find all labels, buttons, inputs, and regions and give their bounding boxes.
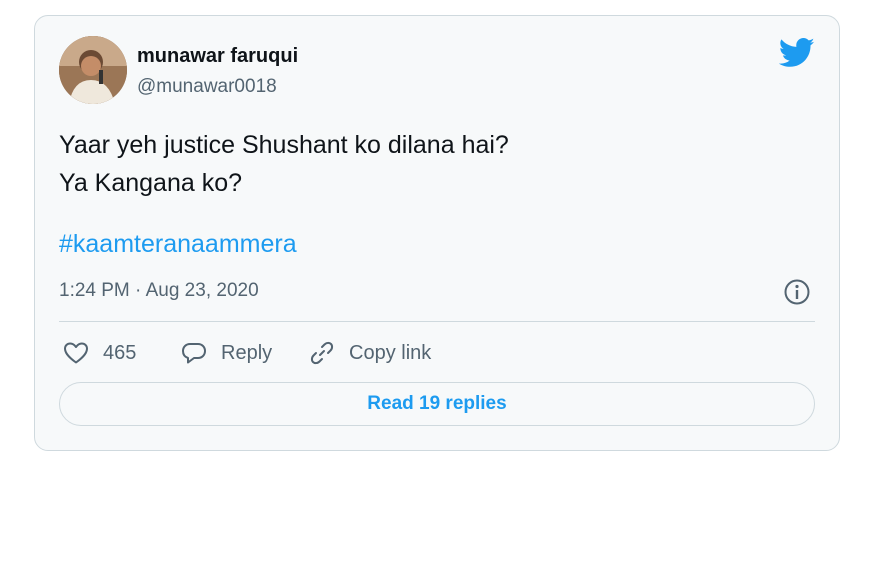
reply-label: Reply (221, 341, 273, 364)
tweet-card: munawar faruqui @munawar0018 Yaar yeh ju… (34, 15, 840, 451)
tweet-timestamp[interactable]: 1:24 PM · Aug 23, 2020 (59, 280, 259, 302)
read-replies-button[interactable]: Read 19 replies (59, 382, 815, 426)
author-name[interactable]: munawar faruqui (137, 45, 298, 68)
divider (59, 321, 815, 322)
copy-link-label: Copy link (349, 341, 432, 364)
tweet-text-line: Yaar yeh justice Shushant ko dilana hai? (59, 131, 509, 159)
twitter-bird-icon[interactable] (778, 38, 815, 68)
like-count: 465 (103, 341, 137, 364)
reply-button[interactable]: Reply (181, 338, 272, 368)
tweet-text: Yaar yeh justice Shushant ko dilana hai?… (59, 126, 509, 202)
speech-bubble-icon (182, 343, 206, 364)
avatar[interactable] (59, 36, 127, 104)
copy-link-button[interactable]: Copy link (309, 338, 431, 368)
like-button[interactable]: 465 (63, 338, 136, 368)
info-icon[interactable] (783, 278, 811, 306)
heart-icon (64, 342, 88, 364)
hashtag-link[interactable]: #kaamteranaammera (59, 230, 297, 259)
author-handle[interactable]: @munawar0018 (137, 76, 277, 98)
link-icon (310, 341, 334, 365)
tweet-text-line: Ya Kangana ko? (59, 169, 243, 197)
